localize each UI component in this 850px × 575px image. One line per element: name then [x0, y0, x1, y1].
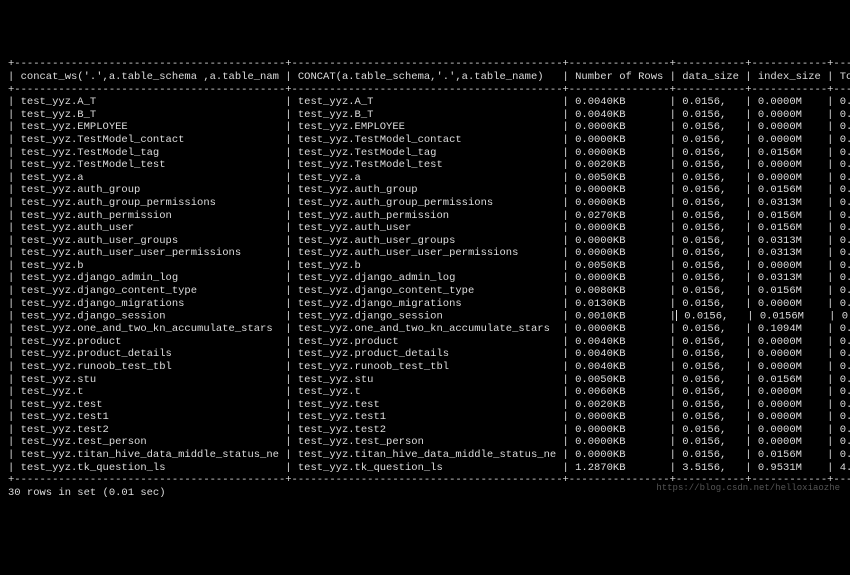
table-row: | test_yyz.one_and_two_kn_accumulate_sta…	[8, 323, 842, 336]
table-row: | test_yyz.TestModel_contact | test_yyz.…	[8, 134, 842, 147]
table-row: | test_yyz.auth_user | test_yyz.auth_use…	[8, 222, 842, 235]
table-row: | test_yyz.TestModel_tag | test_yyz.Test…	[8, 147, 842, 160]
table-row: | test_yyz.auth_group_permissions | test…	[8, 197, 842, 210]
table-row: | test_yyz.product_details | test_yyz.pr…	[8, 348, 842, 361]
table-row: | test_yyz.stu | test_yyz.stu | 0.0050KB…	[8, 374, 842, 387]
table-separator: +---------------------------------------…	[8, 84, 842, 97]
attribution-text: https://blog.csdn.net/helloxiaozhe	[656, 483, 840, 494]
table-row: | test_yyz.test | test_yyz.test | 0.0020…	[8, 399, 842, 412]
table-row: | test_yyz.auth_user_groups | test_yyz.a…	[8, 235, 842, 248]
table-row: | test_yyz.runoob_test_tbl | test_yyz.ru…	[8, 361, 842, 374]
table-row: | test_yyz.A_T | test_yyz.A_T | 0.0040KB…	[8, 96, 842, 109]
table-row: | test_yyz.b | test_yyz.b | 0.0050KB | 0…	[8, 260, 842, 273]
table-row: | test_yyz.auth_permission | test_yyz.au…	[8, 210, 842, 223]
table-row: | test_yyz.django_session | test_yyz.dja…	[8, 310, 842, 323]
table-row: | test_yyz.test1 | test_yyz.test1 | 0.00…	[8, 411, 842, 424]
table-row: | test_yyz.django_admin_log | test_yyz.d…	[8, 272, 842, 285]
table-row: | test_yyz.test2 | test_yyz.test2 | 0.00…	[8, 424, 842, 437]
table-separator: +---------------------------------------…	[8, 58, 842, 71]
mysql-result-table: +---------------------------------------…	[8, 58, 842, 499]
table-row: | test_yyz.EMPLOYEE | test_yyz.EMPLOYEE …	[8, 121, 842, 134]
table-row: | test_yyz.test_person | test_yyz.test_p…	[8, 436, 842, 449]
table-header-row: | concat_ws('.',a.table_schema ,a.table_…	[8, 71, 842, 84]
table-row: | test_yyz.titan_hive_data_middle_status…	[8, 449, 842, 462]
table-row: | test_yyz.B_T | test_yyz.B_T | 0.0040KB…	[8, 109, 842, 122]
table-row: | test_yyz.t | test_yyz.t | 0.0060KB | 0…	[8, 386, 842, 399]
table-row: | test_yyz.product | test_yyz.product | …	[8, 336, 842, 349]
table-row: | test_yyz.django_migrations | test_yyz.…	[8, 298, 842, 311]
table-row: | test_yyz.django_content_type | test_yy…	[8, 285, 842, 298]
table-row: | test_yyz.a | test_yyz.a | 0.0050KB | 0…	[8, 172, 842, 185]
table-row: | test_yyz.auth_user_user_permissions | …	[8, 247, 842, 260]
table-row: | test_yyz.TestModel_test | test_yyz.Tes…	[8, 159, 842, 172]
table-row: | test_yyz.auth_group | test_yyz.auth_gr…	[8, 184, 842, 197]
table-row: | test_yyz.tk_question_ls | test_yyz.tk_…	[8, 462, 842, 475]
